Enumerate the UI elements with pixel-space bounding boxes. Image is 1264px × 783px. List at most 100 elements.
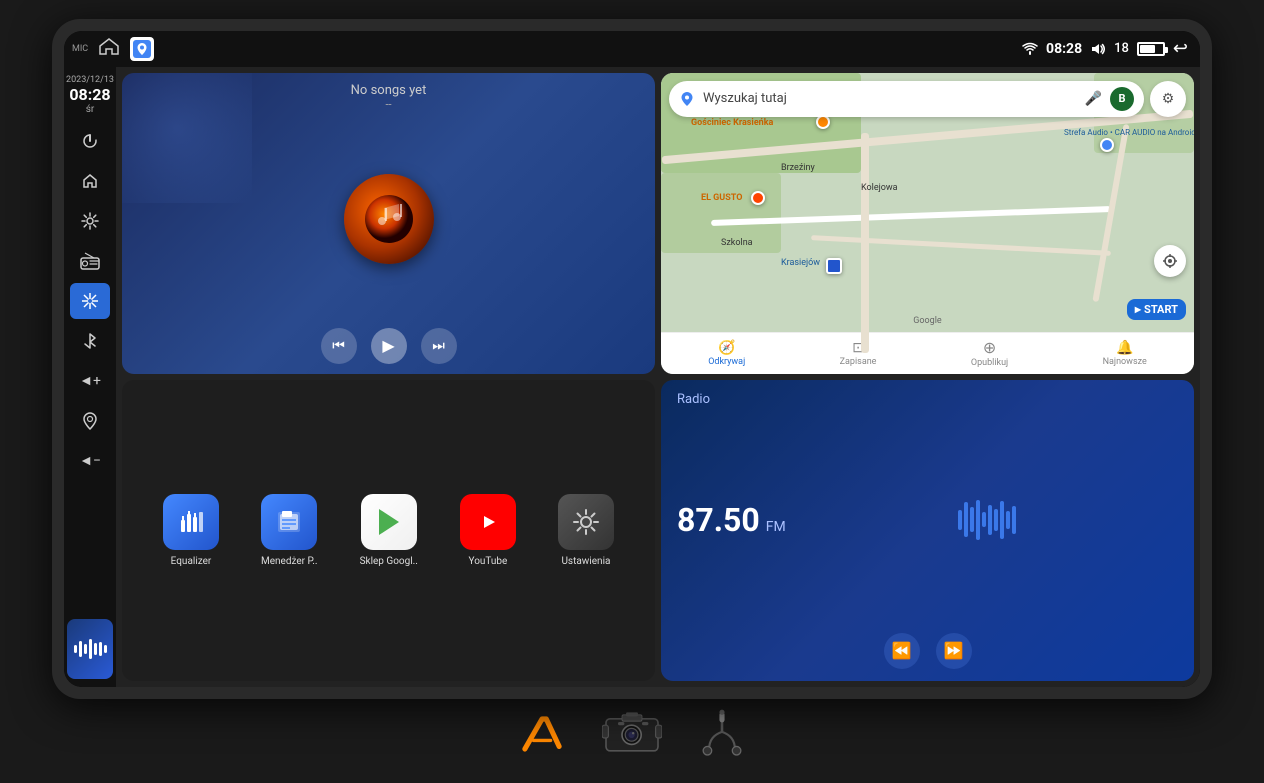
radio-frequency: 87.50 FM (677, 501, 786, 539)
map-label-krasiejow: Krasiejów (781, 258, 820, 268)
status-bar-left: MIC (72, 37, 154, 61)
map-locate-button[interactable] (1154, 245, 1186, 277)
map-settings-button[interactable]: ⚙ (1150, 81, 1186, 117)
map-footer-zapisane-label: Zapisane (840, 357, 877, 367)
date-display: 2023/12/13 (66, 75, 114, 85)
device-screen: MIC (64, 31, 1200, 687)
device: MIC (52, 19, 1212, 699)
sidebar-item-home[interactable] (70, 163, 110, 199)
play-button[interactable]: ▶ (371, 328, 407, 364)
main-area: 2023/12/13 08:28 śr (64, 67, 1200, 687)
home-icon (82, 173, 98, 189)
sidebar: 2023/12/13 08:28 śr (64, 67, 116, 687)
app-item-youtube[interactable]: YouTube (460, 494, 516, 567)
map-search-bar[interactable]: Wyszukaj tutaj 🎤 B (669, 81, 1144, 117)
sidebar-item-bluetooth[interactable] (70, 323, 110, 359)
accessory-cable (692, 709, 752, 759)
map-footer-najnowsze-label: Najnowsze (1103, 357, 1147, 367)
map-user-avatar: B (1110, 87, 1134, 111)
mic-search-icon[interactable]: 🎤 (1085, 91, 1102, 107)
sidebar-item-effects[interactable] (70, 283, 110, 319)
files-app-label: Menedżer P.. (261, 556, 318, 567)
prev-button[interactable]: ⏮ (321, 328, 357, 364)
app-item-settings[interactable]: Ustawienia (558, 494, 614, 567)
status-bar-right: 08:28 18 ↩ (1022, 38, 1188, 59)
map-footer-opublikuj-label: Opublikuj (971, 358, 1008, 368)
sidebar-item-radio[interactable] (70, 243, 110, 279)
map-marker-elgusto (751, 191, 765, 205)
next-button[interactable]: ⏭ (421, 328, 457, 364)
map-footer-opublikuj[interactable]: ⊕ Opublikuj (971, 338, 1008, 368)
radio-forward-button[interactable]: ⏩ (936, 633, 972, 669)
time-display: 08:28 (66, 85, 114, 104)
map-label-gosciniec: Gościniec Krasieńka (691, 118, 773, 128)
battery-icon (1137, 42, 1165, 56)
youtube-app-label: YouTube (469, 556, 508, 567)
status-time: 08:28 (1046, 41, 1082, 57)
audio-wave (74, 637, 107, 661)
map-marker-strefa (1100, 138, 1114, 152)
map-start-button[interactable]: ▶ START (1127, 299, 1186, 320)
volume-level: 18 (1114, 41, 1129, 56)
map-footer-odkrywaj-label: Odkrywaj (708, 357, 745, 367)
settings-app-label: Ustawienia (561, 556, 610, 567)
settings-app-icon (558, 494, 614, 550)
map-label-brzeiny: Brzeźiny (781, 163, 815, 173)
radio-controls: ⏪ ⏩ (677, 633, 1178, 669)
map-marker-krasiejow (826, 258, 842, 274)
map-panel: Wyszukaj tutaj 🎤 B ⚙ (661, 73, 1194, 374)
day-display: śr (66, 104, 114, 115)
status-bar: MIC (64, 31, 1200, 67)
map-label-kolejowa: Kolejowa (861, 183, 898, 193)
settings-icon (81, 212, 99, 230)
youtube-app-icon (460, 494, 516, 550)
app-item-files[interactable]: Menedżer P.. (261, 494, 318, 567)
back-icon[interactable]: ↩ (1173, 38, 1188, 59)
sidebar-item-power[interactable] (70, 123, 110, 159)
app-item-play-store[interactable]: Sklep Googl.. (360, 494, 418, 567)
music-controls: ⏮ ▶ ⏭ (321, 328, 457, 364)
map-search-text: Wyszukaj tutaj (703, 91, 1077, 106)
mic-label: MIC (72, 44, 88, 54)
radio-frequency-area: 87.50 FM (677, 495, 1178, 545)
radio-wave-display (796, 495, 1178, 545)
power-icon (82, 133, 98, 149)
map-label-elgusto: EL GUSTO (701, 193, 742, 203)
content-area: No songs yet -- (116, 67, 1200, 687)
radio-panel: Radio 87.50 FM (661, 380, 1194, 681)
album-art (344, 174, 434, 264)
sidebar-item-settings[interactable] (70, 203, 110, 239)
bluetooth-icon (83, 332, 97, 350)
location-icon (83, 412, 97, 430)
accessory-antenna (512, 709, 572, 759)
music-subtitle: -- (351, 98, 427, 111)
accessories (512, 699, 752, 765)
datetime-display: 2023/12/13 08:28 śr (66, 75, 114, 115)
radio-title: Radio (677, 392, 1178, 407)
map-footer-odkrywaj[interactable]: 🧭 Odkrywaj (708, 340, 745, 367)
home-shortcut-icon[interactable] (98, 37, 120, 60)
audio-widget[interactable] (67, 619, 113, 679)
map-marker-gosciniec (816, 115, 830, 129)
app-item-equalizer[interactable]: Equalizer (163, 494, 219, 567)
radio-rewind-button[interactable]: ⏪ (884, 633, 920, 669)
map-footer: 🧭 Odkrywaj ⊡ Zapisane ⊕ Opublikuj 🔔 (661, 332, 1194, 374)
map-footer-zapisane[interactable]: ⊡ Zapisane (840, 340, 877, 367)
accessory-camera (602, 709, 662, 759)
snowflake-icon (81, 292, 99, 310)
map-label-szkolna: Szkolna (721, 238, 753, 248)
volume-icon (1090, 42, 1106, 56)
map-footer-najnowsze[interactable]: 🔔 Najnowsze (1103, 340, 1147, 367)
google-maps-logo (679, 91, 695, 107)
play-store-app-icon (361, 494, 417, 550)
equalizer-app-icon (163, 494, 219, 550)
sidebar-item-vol-up[interactable]: ◄− (70, 443, 110, 479)
files-app-icon (261, 494, 317, 550)
radio-freq-band: FM (766, 519, 786, 535)
sidebar-item-location[interactable] (70, 403, 110, 439)
google-logo: Google (913, 316, 941, 326)
map-label-strefa: Strefa Audio • CAR AUDIO na Androidzie ! (1064, 128, 1164, 137)
sidebar-item-vol-down[interactable]: ◄+ (70, 363, 110, 399)
maps-shortcut-icon[interactable] (130, 37, 154, 61)
radio-freq-number: 87.50 (677, 501, 760, 539)
